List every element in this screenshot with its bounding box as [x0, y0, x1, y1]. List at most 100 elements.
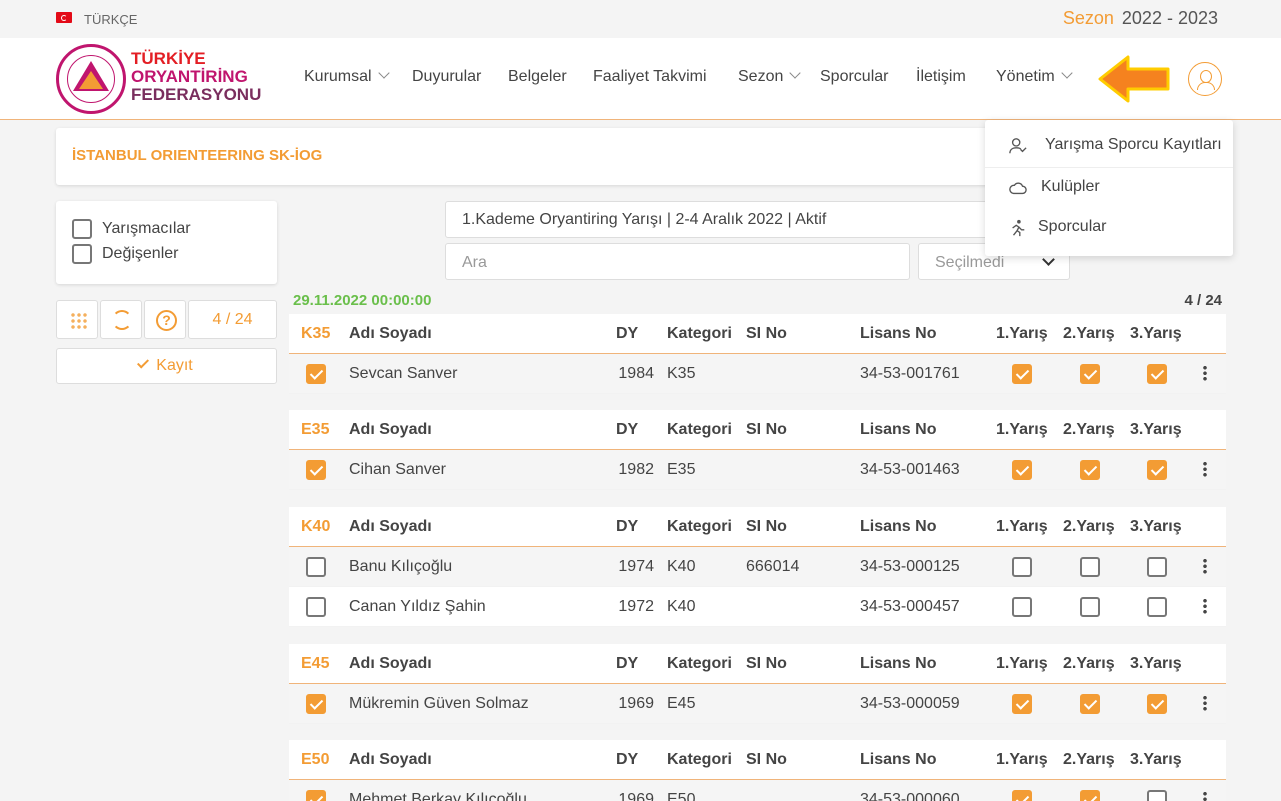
race-2-checkbox[interactable]	[1080, 460, 1100, 480]
column-header-race2[interactable]: 2.Yarış	[1063, 325, 1115, 343]
menu-item-sporcular[interactable]: Sporcular	[985, 208, 1233, 248]
column-header-race2[interactable]: 2.Yarış	[1063, 751, 1115, 769]
column-header-license[interactable]: Lisans No	[860, 751, 936, 769]
column-header-category[interactable]: Kategori	[667, 751, 732, 769]
refresh-button[interactable]	[100, 300, 142, 339]
column-header-name[interactable]: Adı Soyadı	[349, 421, 432, 439]
race-3-checkbox[interactable]	[1147, 460, 1167, 480]
column-header-race2[interactable]: 2.Yarış	[1063, 655, 1115, 673]
nav-sezon[interactable]: Sezon	[738, 67, 802, 86]
language-selector[interactable]: TÜRKÇE	[84, 12, 137, 27]
column-header-race3[interactable]: 3.Yarış	[1130, 421, 1182, 439]
race-3-checkbox[interactable]	[1147, 364, 1167, 384]
athlete-row[interactable]: Canan Yıldız Şahin K40 34-53-000457 1972	[289, 587, 1226, 627]
column-header-race1[interactable]: 1.Yarış	[996, 518, 1048, 536]
athlete-category: E35	[667, 461, 696, 478]
column-header-si[interactable]: SI No	[746, 421, 787, 439]
column-header-race1[interactable]: 1.Yarış	[996, 655, 1048, 673]
column-header-si[interactable]: SI No	[746, 518, 787, 536]
grid-view-button[interactable]	[56, 300, 98, 339]
column-header-dy[interactable]: DY	[616, 518, 638, 536]
menu-item-yarisma-sporcu-kayitlari[interactable]: Yarışma Sporcu Kayıtları	[985, 126, 1233, 166]
column-header-si[interactable]: SI No	[746, 325, 787, 343]
help-button[interactable]: ?	[144, 300, 186, 339]
more-options-icon[interactable]	[1203, 365, 1207, 381]
nav-duyurular[interactable]: Duyurular	[412, 68, 481, 86]
column-header-name[interactable]: Adı Soyadı	[349, 325, 432, 343]
race-1-checkbox[interactable]	[1012, 460, 1032, 480]
race-2-checkbox[interactable]	[1080, 557, 1100, 577]
race-1-checkbox[interactable]	[1012, 597, 1032, 617]
column-header-race3[interactable]: 3.Yarış	[1130, 325, 1182, 343]
search-input[interactable]: Ara	[445, 243, 910, 280]
checkbox[interactable]	[72, 244, 92, 264]
event-select[interactable]: 1.Kademe Oryantiring Yarışı | 2-4 Aralık…	[445, 201, 990, 238]
race-1-checkbox[interactable]	[1012, 790, 1032, 801]
column-header-category[interactable]: Kategori	[667, 518, 732, 536]
race-2-checkbox[interactable]	[1080, 694, 1100, 714]
column-header-dy[interactable]: DY	[616, 655, 638, 673]
race-1-checkbox[interactable]	[1012, 557, 1032, 577]
column-header-race1[interactable]: 1.Yarış	[996, 325, 1048, 343]
filter-degisenler[interactable]: Değişenler	[72, 244, 178, 264]
race-2-checkbox[interactable]	[1080, 364, 1100, 384]
column-header-si[interactable]: SI No	[746, 655, 787, 673]
turkey-flag-icon[interactable]	[56, 12, 72, 23]
column-header-category[interactable]: Kategori	[667, 421, 732, 439]
column-header-race3[interactable]: 3.Yarış	[1130, 751, 1182, 769]
column-header-name[interactable]: Adı Soyadı	[349, 518, 432, 536]
more-options-icon[interactable]	[1203, 791, 1207, 801]
season-value[interactable]: 2022 - 2023	[1122, 8, 1218, 28]
column-header-license[interactable]: Lisans No	[860, 325, 936, 343]
checkbox[interactable]	[72, 219, 92, 239]
column-header-category[interactable]: Kategori	[667, 655, 732, 673]
nav-belgeler[interactable]: Belgeler	[508, 68, 567, 86]
filter-yarismacilar[interactable]: Yarışmacılar	[72, 219, 191, 239]
brand-name[interactable]: TÜRKİYE ORYANTİRİNG FEDERASYONU	[131, 50, 261, 104]
athlete-row[interactable]: Mehmet Berkay Kılıçoğlu E50 34-53-000060 19…	[289, 780, 1226, 801]
nav-sporcular[interactable]: Sporcular	[820, 68, 888, 86]
more-options-icon[interactable]	[1203, 558, 1207, 574]
race-1-checkbox[interactable]	[1012, 694, 1032, 714]
column-header-dy[interactable]: DY	[616, 751, 638, 769]
menu-item-kulupler[interactable]: Kulüpler	[985, 168, 1233, 208]
column-header-dy[interactable]: DY	[616, 325, 638, 343]
column-header-license[interactable]: Lisans No	[860, 655, 936, 673]
column-header-name[interactable]: Adı Soyadı	[349, 751, 432, 769]
column-header-race3[interactable]: 3.Yarış	[1130, 655, 1182, 673]
race-3-checkbox[interactable]	[1147, 597, 1167, 617]
race-3-checkbox[interactable]	[1147, 790, 1167, 801]
column-header-race1[interactable]: 1.Yarış	[996, 421, 1048, 439]
race-2-checkbox[interactable]	[1080, 597, 1100, 617]
column-header-si[interactable]: SI No	[746, 751, 787, 769]
race-3-checkbox[interactable]	[1147, 694, 1167, 714]
column-header-dy[interactable]: DY	[616, 421, 638, 439]
yonetim-dropdown-menu: Yarışma Sporcu Kayıtları Kulüpler Sporcu…	[985, 120, 1233, 256]
athlete-row[interactable]: Mükremin Güven Solmaz E45 34-53-000059 1969	[289, 684, 1226, 724]
user-account-icon[interactable]	[1188, 62, 1222, 96]
column-header-race3[interactable]: 3.Yarış	[1130, 518, 1182, 536]
more-options-icon[interactable]	[1203, 598, 1207, 614]
more-options-icon[interactable]	[1203, 461, 1207, 477]
column-header-category[interactable]: Kategori	[667, 325, 732, 343]
race-3-checkbox[interactable]	[1147, 557, 1167, 577]
athlete-row[interactable]: Banu Kılıçoğlu K40 666014 34-53-000125 1974	[289, 547, 1226, 587]
more-options-icon[interactable]	[1203, 695, 1207, 711]
column-header-license[interactable]: Lisans No	[860, 421, 936, 439]
nav-kurumsal[interactable]: Kurumsal	[304, 67, 390, 86]
athlete-row[interactable]: Sevcan Sanver K35 34-53-001761 1984	[289, 354, 1226, 394]
chevron-down-icon	[1061, 67, 1073, 79]
nav-iletisim[interactable]: İletişim	[916, 68, 966, 86]
athlete-row[interactable]: Cihan Sanver E35 34-53-001463 1982	[289, 450, 1226, 490]
column-header-race2[interactable]: 2.Yarış	[1063, 518, 1115, 536]
race-2-checkbox[interactable]	[1080, 790, 1100, 801]
race-1-checkbox[interactable]	[1012, 364, 1032, 384]
federation-logo[interactable]	[56, 44, 126, 114]
column-header-race1[interactable]: 1.Yarış	[996, 751, 1048, 769]
column-header-race2[interactable]: 2.Yarış	[1063, 421, 1115, 439]
nav-yonetim[interactable]: Yönetim	[996, 67, 1073, 86]
save-button[interactable]: Kayıt	[56, 348, 277, 384]
column-header-license[interactable]: Lisans No	[860, 518, 936, 536]
column-header-name[interactable]: Adı Soyadı	[349, 655, 432, 673]
nav-faaliyet-takvimi[interactable]: Faaliyet Takvimi	[593, 68, 707, 86]
